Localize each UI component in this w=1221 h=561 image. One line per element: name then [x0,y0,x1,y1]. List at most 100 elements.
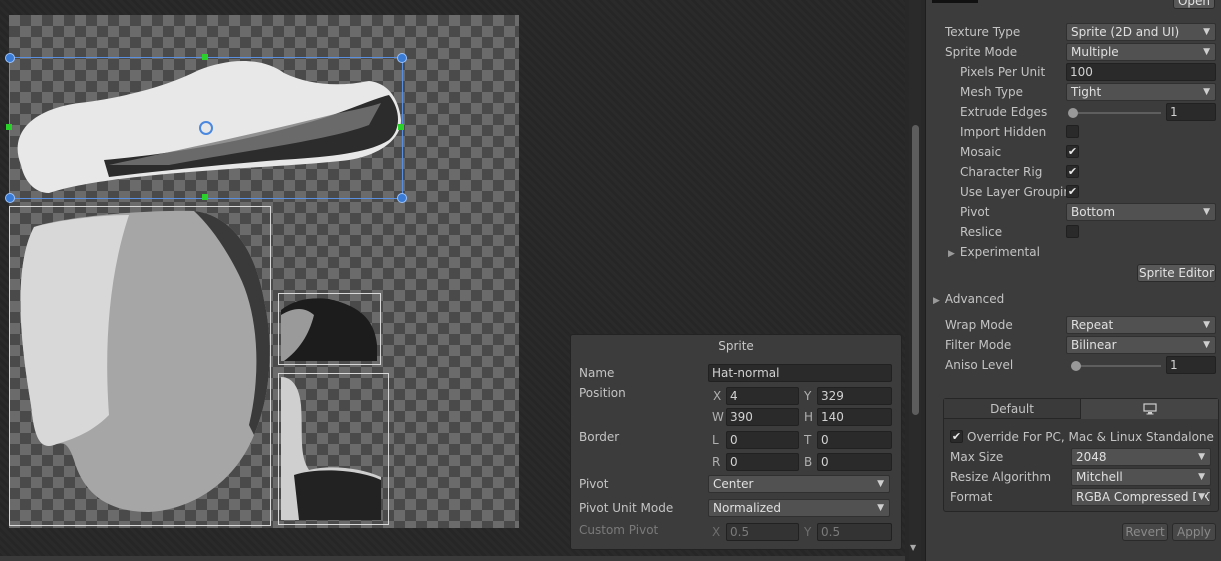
resize-handle-top[interactable] [202,54,208,60]
character-rig-checkbox[interactable]: ✔ [1066,165,1079,178]
extrude-edges-input[interactable]: 1 [1166,103,1216,121]
t-axis-label: T [804,433,812,447]
scroll-down-arrow-icon[interactable]: ▼ [910,543,916,552]
border-r-input[interactable]: 0 [726,453,799,471]
chevron-down-icon: ▼ [1196,489,1205,505]
mosaic-label: Mosaic [960,145,1002,159]
texture-type-value: Sprite (2D and UI) [1071,25,1180,39]
chevron-down-icon: ▼ [1203,320,1210,330]
inspector-pivot-dropdown[interactable]: Bottom ▼ [1066,203,1216,221]
extrude-edges-slider-track[interactable] [1071,112,1161,114]
mesh-type-value: Tight [1071,85,1102,99]
resize-handle-bottom-left[interactable] [5,193,15,203]
resize-handle-bottom[interactable] [202,194,208,200]
mesh-type-dropdown[interactable]: Tight ▼ [1066,83,1216,101]
use-layer-grouping-checkbox[interactable]: ✔ [1066,185,1079,198]
name-input[interactable]: Hat-normal [708,364,892,382]
chevron-down-icon: ▼ [1203,340,1210,350]
resize-handle-left[interactable] [6,124,12,130]
use-layer-grouping-label: Use Layer Groupin [960,185,1071,199]
character-rig-label: Character Rig [960,165,1043,179]
position-h-input[interactable]: 140 [817,408,892,426]
tab-pc-standalone[interactable] [1081,399,1218,419]
filter-mode-label: Filter Mode [945,338,1012,352]
chevron-down-icon: ▼ [877,503,884,513]
sprite-mode-value: Multiple [1071,45,1119,59]
pivot-label: Pivot [579,477,609,491]
w-axis-label: W [712,410,724,424]
triangle-right-icon: ▶ [933,296,940,306]
horizontal-scrollbar[interactable] [0,556,905,561]
inspector-pivot-value: Bottom [1071,205,1116,219]
wrap-mode-dropdown[interactable]: Repeat ▼ [1066,316,1216,334]
sprite-mode-label: Sprite Mode [945,45,1018,59]
chevron-down-icon: ▼ [1203,47,1210,57]
aniso-level-slider-handle[interactable] [1071,361,1081,371]
checkmark-icon: ✔ [1067,185,1078,198]
pivot-unit-mode-dropdown[interactable]: Normalized ▼ [708,499,890,517]
preview-thumbnail [932,0,978,3]
pivot-dropdown[interactable]: Center ▼ [708,475,890,493]
checkmark-icon: ✔ [1067,145,1078,158]
resize-handle-top-right[interactable] [397,53,407,63]
slice-rect-body[interactable] [9,206,271,526]
position-x-input[interactable]: 4 [726,387,799,405]
apply-button[interactable]: Apply [1172,523,1216,541]
import-hidden-checkbox[interactable] [1066,125,1079,138]
texture-type-label: Texture Type [945,25,1021,39]
experimental-foldout[interactable]: ▶ Experimental [948,245,1040,259]
sprite-properties-panel: Sprite Name Hat-normal Position X 4 Y 32… [570,334,902,550]
filter-mode-dropdown[interactable]: Bilinear ▼ [1066,336,1216,354]
h-axis-label: H [804,410,814,424]
format-dropdown[interactable]: RGBA Compressed DXT5 ▼ [1071,488,1211,506]
l-axis-label: L [712,433,719,447]
pivot-handle[interactable] [199,121,213,135]
resize-handle-right[interactable] [398,124,404,130]
resize-algorithm-dropdown[interactable]: Mitchell ▼ [1071,468,1211,486]
pixels-per-unit-input[interactable]: 100 [1066,63,1216,81]
chevron-down-icon: ▼ [1203,207,1210,217]
override-checkbox[interactable]: ✔ [950,430,963,443]
custom-pivot-label: Custom Pivot [579,523,659,537]
sprite-mode-dropdown[interactable]: Multiple ▼ [1066,43,1216,61]
filter-mode-value: Bilinear [1071,338,1117,352]
y-axis-label: Y [804,389,812,403]
slice-rect-small-1[interactable] [278,293,381,365]
position-w-input[interactable]: 390 [726,408,799,426]
aniso-level-slider-track[interactable] [1071,365,1161,367]
resize-handle-top-left[interactable] [5,53,15,63]
sprite-panel-title: Sprite [718,339,754,353]
mosaic-checkbox[interactable]: ✔ [1066,145,1079,158]
inspector-pivot-label: Pivot [960,205,990,219]
resize-handle-bottom-right[interactable] [397,193,407,203]
border-l-input[interactable]: 0 [726,431,799,449]
pivot-dropdown-value: Center [713,477,754,491]
aniso-level-input[interactable]: 1 [1166,356,1216,374]
border-b-input[interactable]: 0 [817,453,892,471]
advanced-foldout[interactable]: ▶ Advanced [933,292,1004,306]
resize-algorithm-label: Resize Algorithm [950,470,1052,484]
position-y-input[interactable]: 329 [817,387,892,405]
border-t-input[interactable]: 0 [817,431,892,449]
pivot-unit-mode-value: Normalized [713,501,782,515]
tab-default[interactable]: Default [944,399,1081,419]
slice-rect-small-2[interactable] [278,373,389,525]
b-axis-label: B [804,455,813,469]
aniso-level-label: Aniso Level [945,358,1014,372]
sprite-editor-button[interactable]: Sprite Editor [1137,264,1216,282]
revert-button[interactable]: Revert [1122,523,1168,541]
extrude-edges-slider-handle[interactable] [1068,108,1078,118]
custom-pivot-y-input: 0.5 [817,523,892,541]
texture-type-dropdown[interactable]: Sprite (2D and UI) ▼ [1066,23,1216,41]
reslice-checkbox[interactable] [1066,225,1079,238]
extrude-edges-label: Extrude Edges [960,105,1048,119]
chevron-down-icon: ▼ [877,479,884,489]
chevron-down-icon: ▼ [1198,472,1205,482]
max-size-dropdown[interactable]: 2048 ▼ [1071,448,1211,466]
open-button[interactable]: Open [1173,0,1215,9]
max-size-label: Max Size [950,450,1004,464]
vertical-scrollbar-thumb[interactable] [912,125,919,415]
texture-preview[interactable] [5,15,519,528]
name-label: Name [579,366,615,380]
platform-settings-box: Default ✔ Override For PC, Mac & Linux S… [943,398,1219,512]
